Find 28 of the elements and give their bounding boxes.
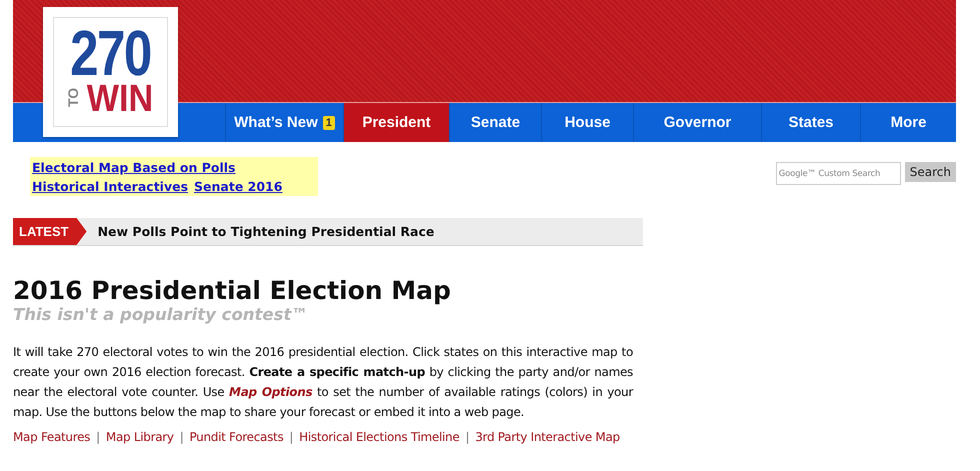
page-title: 2016 Presidential Election Map [13,276,452,305]
search-field[interactable]: Google™ Custom Search [776,162,901,185]
nav-tab[interactable]: President [343,103,449,142]
nav-tab[interactable]: House [541,103,633,142]
tagline: This isn't a popularity contest™ [13,305,309,324]
quick-link[interactable]: Electoral Map Based on Polls [32,160,236,175]
separator: | [289,429,294,446]
footer-link[interactable]: Historical Elections Timeline [299,428,460,446]
headline-link[interactable]: New Polls Point to Tightening Presidential Race [98,224,434,239]
latest-label: LATEST [13,218,87,245]
separator: | [180,429,184,446]
footer-link[interactable]: 3rd Party Interactive Map [475,428,620,446]
nav-tab[interactable]: States [761,103,860,142]
nav-tab[interactable]: More [860,103,956,142]
intro-paragraph: It will take 270 electoral votes to win the 2016 presidential election. Click states on this interactive map to create your own 2016 election forecast. Create a specific match-up by clicking the party and/or names near the electoral vote counter. Use Map Options to set the number of available ratings (colors) in your map. Use the buttons below the map to share your forecast or embed it into a web page. [13,344,633,421]
nav-tab[interactable]: Governor [633,103,761,142]
footer-link[interactable]: Map Features [13,428,90,446]
site-logo[interactable]: 270 TO WIN [43,7,178,137]
quick-link[interactable]: Historical Interactives [32,179,188,194]
footer-link[interactable]: Map Library [106,428,174,446]
count-badge: 1 [322,116,335,130]
nav-tab[interactable]: Senate [449,103,541,142]
map-options-link[interactable]: Map Options [229,385,312,399]
separator: | [96,429,100,446]
footer-link[interactable]: Pundit Forecasts [189,428,284,446]
separator: | [465,429,470,446]
search-button[interactable]: Search [904,162,956,182]
quick-link[interactable]: Senate 2016 [194,179,282,194]
